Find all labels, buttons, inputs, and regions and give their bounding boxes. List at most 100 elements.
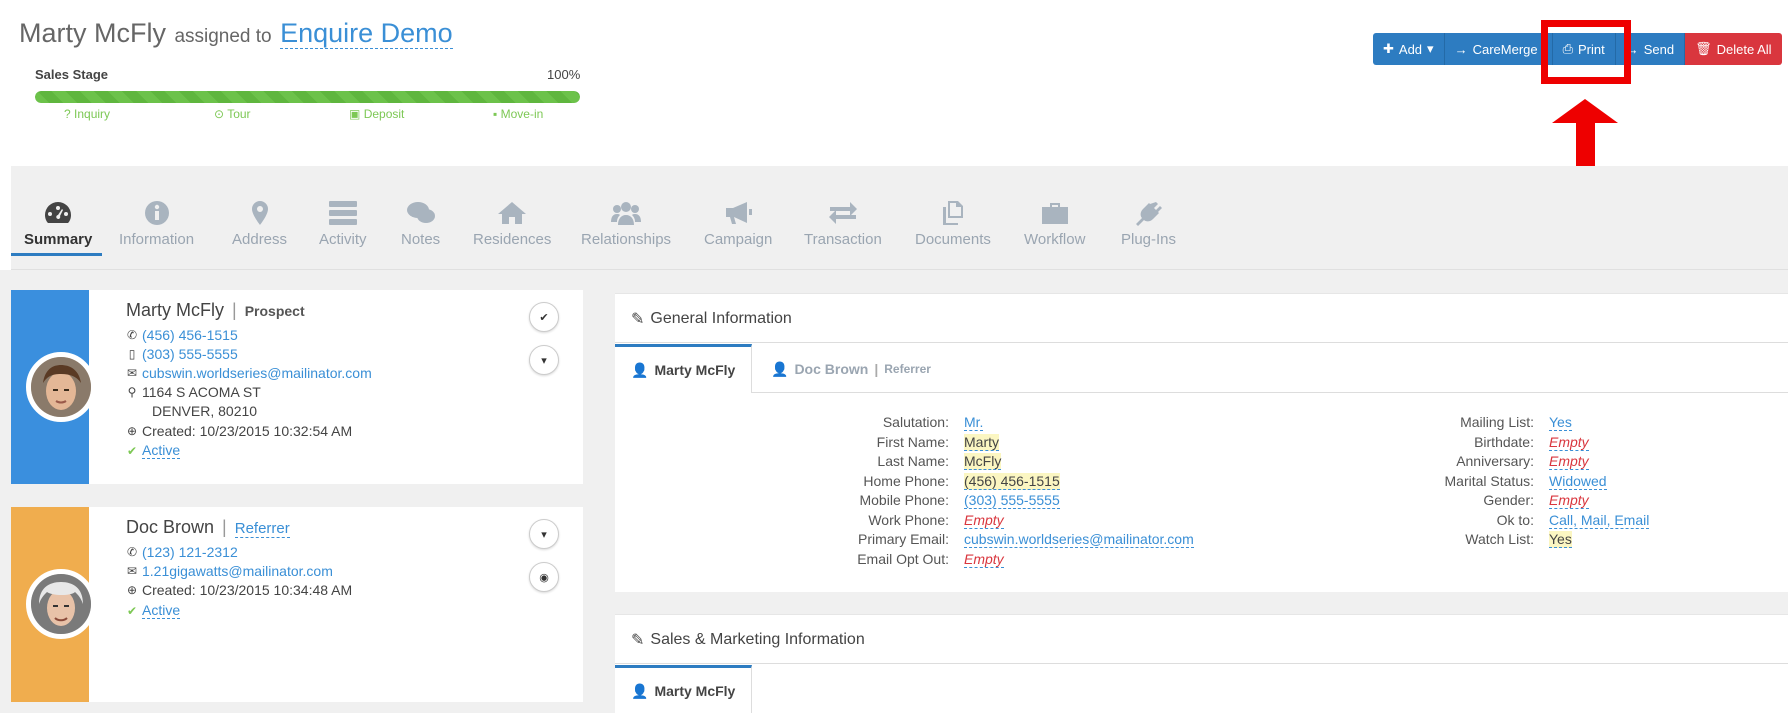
tab-transaction[interactable]: Transaction <box>804 200 882 248</box>
field-label-ok-to: Ok to: <box>1496 511 1534 528</box>
address-street: 1164 S ACOMA ST <box>142 384 261 400</box>
map-pin-icon: ⚲ <box>127 385 137 399</box>
tab-plug-ins[interactable]: Plug-Ins <box>1121 200 1176 248</box>
edit-icon: ✎ <box>631 632 645 649</box>
field-label-mobile-phone: Mobile Phone: <box>859 492 949 508</box>
field-label-work-phone: Work Phone: <box>868 511 949 528</box>
field-label-watch-list: Watch List: <box>1465 531 1534 547</box>
tab-workflow[interactable]: Workflow <box>1024 200 1085 248</box>
field-value-gender[interactable]: Empty <box>1549 492 1589 509</box>
tab-label: Plug-Ins <box>1121 231 1177 248</box>
tab-label: Notes <box>401 231 441 248</box>
field-value-first-name[interactable]: Marty <box>964 433 999 451</box>
trash-icon: 🗑 <box>1695 41 1712 56</box>
email-link[interactable]: 1.21gigawatts@mailinator.com <box>142 563 333 579</box>
edit-icon: ✎ <box>631 311 645 328</box>
tab-campaign[interactable]: Campaign <box>704 200 772 248</box>
field-value-primary-email[interactable]: cubswin.worldseries@mailinator.com <box>964 531 1194 548</box>
field-value-last-name[interactable]: McFly <box>964 453 1002 470</box>
address-line-1: ⚲ 1164 S ACOMA ST <box>126 384 261 400</box>
field-value-watch-list[interactable]: Yes <box>1549 531 1572 548</box>
status-line: ✔ Active <box>126 602 181 619</box>
email-link[interactable]: cubswin.worldseries@mailinator.com <box>142 365 372 381</box>
subtab-label: Marty McFly <box>654 683 736 699</box>
tab-documents[interactable]: Documents <box>915 200 991 248</box>
mobile-phone-line: ▯ (303) 555-5555 <box>126 346 238 362</box>
tab-residences[interactable]: Residences <box>473 200 551 248</box>
status-link[interactable]: Active <box>142 602 181 619</box>
field-label-salutation: Salutation: <box>882 414 949 430</box>
field-label-marital-status: Marital Status: <box>1444 472 1534 489</box>
stage-step-inquiry: ? Inquiry <box>64 107 110 121</box>
stage-step-tour: ⊙ Tour <box>214 107 251 121</box>
arrow-right-icon: → <box>1454 41 1468 57</box>
tab-information[interactable]: Information <box>119 200 194 248</box>
contact-name-title: Marty McFly <box>19 18 166 48</box>
tab-label: Activity <box>319 231 367 248</box>
home-phone-link[interactable]: (123) 121-2312 <box>142 544 238 560</box>
caremerge-button[interactable]: → CareMerge <box>1444 33 1553 65</box>
field-value-anniversary[interactable]: Empty <box>1549 453 1589 470</box>
field-label-birthdate: Birthdate: <box>1474 433 1534 450</box>
field-value-mailing-list[interactable]: Yes <box>1549 414 1572 431</box>
field-value-marital-status[interactable]: Widowed <box>1549 473 1607 490</box>
field-value-mobile-phone[interactable]: (303) 555-5555 <box>964 492 1060 509</box>
field-label-mailing-list: Mailing List: <box>1460 414 1534 430</box>
contact-role-link[interactable]: Referrer <box>234 520 290 538</box>
tab-address[interactable]: Address <box>232 200 287 248</box>
field-label-gender: Gender: <box>1483 492 1534 508</box>
name-separator: | <box>232 300 237 320</box>
bullhorn-icon <box>726 202 753 224</box>
general-information-header: ✎ General Information <box>631 309 792 329</box>
field-value-ok-to[interactable]: Call, Mail, Email <box>1549 512 1650 529</box>
panel-title: General Information <box>650 310 792 327</box>
tab-relationships[interactable]: Relationships <box>581 200 671 248</box>
subtab-doc-brown[interactable]: 👤 Doc Brown | Referrer <box>771 347 931 391</box>
options-dropdown-button[interactable]: ▾ <box>529 345 559 375</box>
created-date: Created: 10/23/2015 10:34:48 AM <box>142 582 353 598</box>
caremerge-button-label: CareMerge <box>1472 41 1538 57</box>
caret-down-icon: ▾ <box>1427 41 1434 56</box>
users-icon <box>611 202 642 225</box>
field-value-salutation[interactable]: Mr. <box>964 414 984 431</box>
subtab-marty-mcfly[interactable]: 👤 Marty McFly <box>615 344 753 393</box>
sales-marketing-panel: ✎ Sales & Marketing Information 👤 Marty … <box>615 614 1788 713</box>
briefcase-icon <box>1041 203 1068 224</box>
tab-label: Campaign <box>704 231 773 248</box>
view-button[interactable]: ◉ <box>529 562 559 592</box>
check-icon: ✔ <box>539 311 549 324</box>
status-line: ✔ Active <box>126 442 181 459</box>
envelope-icon: ✉ <box>126 366 138 380</box>
assigned-to-link[interactable]: Enquire Demo <box>280 18 453 49</box>
contact-card-doc: Doc Brown | Referrer ✆ (123) 121-2312 ✉ … <box>11 507 583 702</box>
field-value-work-phone[interactable]: Empty <box>964 512 1004 529</box>
stage-step-deposit: ▣ Deposit <box>349 107 404 121</box>
field-value-email-opt-out[interactable]: Empty <box>964 551 1004 568</box>
subtab-marty-mcfly[interactable]: 👤 Marty McFly <box>615 665 753 713</box>
add-button-label: Add <box>1398 41 1423 57</box>
avatar <box>26 352 96 422</box>
address-city: DENVER, 80210 <box>152 403 258 419</box>
status-link[interactable]: Active <box>142 442 181 459</box>
header-divider <box>615 342 1788 343</box>
contact-name-line: Marty McFly | Prospect <box>126 300 305 321</box>
tab-notes[interactable]: Notes <box>401 200 440 248</box>
confirm-button[interactable]: ✔ <box>529 302 559 332</box>
add-button[interactable]: ✚ Add ▾ <box>1373 33 1445 65</box>
field-value-home-phone[interactable]: (456) 456-1515 <box>964 472 1060 490</box>
question-icon: ? <box>64 107 71 121</box>
subtab-label: Doc Brown <box>794 361 869 377</box>
tab-activity[interactable]: Activity <box>319 200 367 248</box>
field-label-first-name: First Name: <box>876 433 949 450</box>
subtab-divider <box>615 392 1788 393</box>
mobile-phone-link[interactable]: (303) 555-5555 <box>142 346 238 362</box>
active-tab-underline <box>11 253 102 256</box>
check-icon: ✔ <box>126 443 138 458</box>
field-value-birthdate[interactable]: Empty <box>1549 434 1589 451</box>
stage-step-move-in: ▪ Move-in <box>493 107 543 121</box>
delete-all-button[interactable]: 🗑 Delete All <box>1685 33 1782 65</box>
options-dropdown-button[interactable]: ▾ <box>529 519 559 549</box>
stage-step-label: Tour <box>227 107 251 121</box>
tab-summary[interactable]: Summary <box>24 200 92 248</box>
home-phone-link[interactable]: (456) 456-1515 <box>142 327 238 343</box>
